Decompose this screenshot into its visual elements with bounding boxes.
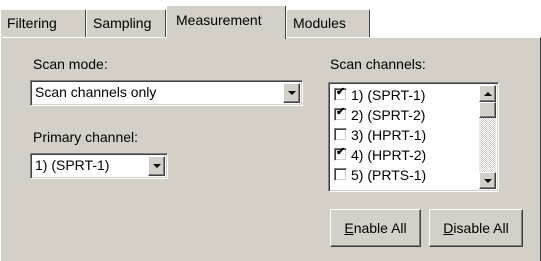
enable-all-accel: E: [344, 220, 354, 236]
list-item[interactable]: 3) (HPRT-1): [334, 125, 426, 145]
tab-measurement-label: Measurement: [176, 12, 262, 28]
scroll-down-button[interactable]: [479, 172, 496, 189]
primary-channel-dropdown-button[interactable]: [148, 156, 165, 176]
scroll-down-icon: [483, 178, 492, 183]
list-item[interactable]: 5) (PRTS-1): [334, 165, 426, 185]
channel-label: 3) (HPRT-1): [351, 127, 427, 143]
primary-channel-value: 1) (SPRT-1): [35, 157, 110, 173]
tab-modules[interactable]: Modules: [286, 9, 370, 37]
enable-all-button[interactable]: Enable All: [330, 209, 421, 247]
check-icon: ✔: [336, 106, 346, 119]
scroll-up-button[interactable]: [479, 85, 496, 102]
scan-channels-scrollbar[interactable]: [479, 85, 496, 189]
scan-channels-label: Scan channels:: [330, 56, 426, 72]
scan-mode-dropdown-button[interactable]: [283, 83, 300, 103]
scan-mode-value: Scan channels only: [35, 84, 157, 100]
channel-checkbox[interactable]: [334, 128, 347, 142]
channel-label: 1) (SPRT-1): [351, 87, 426, 103]
scan-channels-list[interactable]: ✔ 1) (SPRT-1) ✔ 2) (SPRT-2) 3) (HPRT-1) ✔ 4…: [328, 82, 499, 192]
chevron-down-icon: [152, 164, 161, 168]
channel-checkbox[interactable]: ✔: [334, 86, 347, 102]
enable-all-label: nable All: [353, 220, 407, 236]
channel-label: 2) (SPRT-2): [351, 107, 426, 123]
tab-filtering-label: Filtering: [7, 15, 57, 31]
tab-filtering[interactable]: Filtering: [0, 9, 86, 37]
tab-measurement[interactable]: Measurement: [166, 5, 286, 39]
scan-mode-select[interactable]: Scan channels only: [30, 80, 303, 106]
tab-strip: Filtering Sampling Measurement Modules: [0, 0, 541, 39]
primary-channel-select[interactable]: 1) (SPRT-1): [30, 153, 168, 179]
channel-checkbox[interactable]: ✔: [334, 146, 347, 162]
tab-sampling[interactable]: Sampling: [86, 9, 166, 37]
list-item[interactable]: ✔ 2) (SPRT-2): [334, 105, 425, 125]
list-item[interactable]: ✔ 4) (HPRT-2): [334, 145, 426, 165]
disable-all-button[interactable]: Disable All: [429, 209, 523, 247]
channel-checkbox[interactable]: ✔: [334, 106, 347, 122]
check-icon: ✔: [336, 86, 346, 99]
channel-label: 4) (HPRT-2): [351, 147, 427, 163]
disable-all-accel: D: [443, 220, 454, 236]
check-icon: ✔: [336, 146, 346, 159]
tab-modules-label: Modules: [293, 15, 346, 31]
scroll-up-icon: [483, 91, 492, 96]
scan-mode-label: Scan mode:: [33, 56, 108, 72]
chevron-down-icon: [287, 91, 296, 95]
tab-sampling-label: Sampling: [93, 15, 152, 31]
channel-checkbox[interactable]: [334, 168, 347, 182]
scroll-thumb[interactable]: [479, 102, 496, 118]
primary-channel-label: Primary channel:: [33, 129, 139, 145]
list-item[interactable]: ✔ 1) (SPRT-1): [334, 85, 425, 105]
measurement-panel: Scan mode: Scan channels only Primary ch…: [0, 37, 541, 261]
channel-label: 5) (PRTS-1): [351, 167, 427, 183]
disable-all-label: isable All: [453, 220, 509, 236]
